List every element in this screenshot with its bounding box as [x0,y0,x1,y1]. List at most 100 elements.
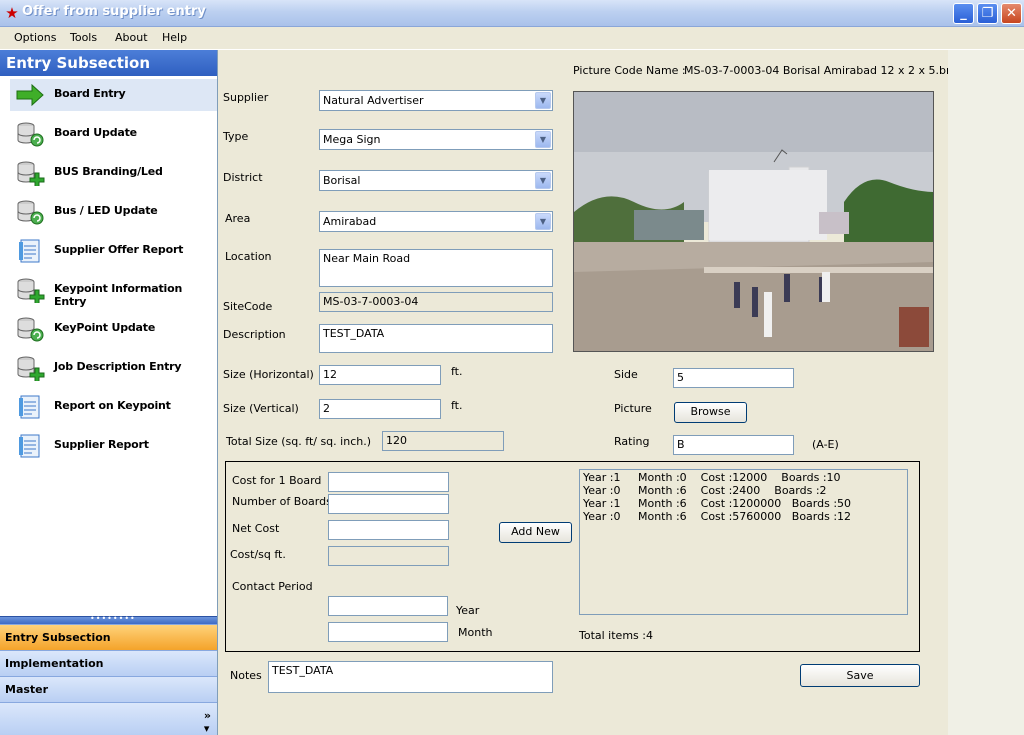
size-vertical-label: Size (Vertical) [223,402,299,415]
chevron-down-icon[interactable]: ▼ [535,213,551,230]
month-field[interactable] [328,622,448,642]
database-refresh-icon [17,122,44,147]
browse-button[interactable]: Browse [674,402,747,423]
sidebar-item-label: Board Entry [54,87,126,100]
cost-board-field[interactable] [328,472,449,492]
year-field[interactable] [328,596,448,616]
notes-label: Notes [230,669,262,682]
offers-list[interactable]: Year :1 Month :0 Cost :12000 Boards :10 … [579,469,908,615]
sidebar-item-supplier-offer-report[interactable]: Supplier Offer Report [10,235,217,267]
nav-entry-subsection[interactable]: Entry Subsection [0,624,217,650]
cost-sqft-field[interactable] [328,546,449,566]
description-label: Description [223,328,286,341]
menu-options[interactable]: Options [14,31,56,44]
sidebar-item-board-entry[interactable]: Board Entry [10,79,217,111]
picture-code-label: Picture Code Name : [573,64,686,77]
total-items-label: Total items :4 [579,629,653,642]
sitecode-field[interactable]: MS-03-7-0003-04 [319,292,553,312]
sidebar-item-bus-led-update[interactable]: Bus / LED Update [10,196,217,228]
menu-bar: Options Tools About Help [0,27,1024,49]
sidebar-item-board-update[interactable]: Board Update [10,118,217,150]
sidebar-item-supplier-report[interactable]: Supplier Report [10,430,217,462]
list-item[interactable]: Year :1 Month :0 Cost :12000 Boards :10 [583,471,904,484]
num-boards-field[interactable] [328,494,449,514]
chevron-down-icon[interactable]: ▼ [535,92,551,109]
nav-master[interactable]: Master [0,676,217,702]
database-refresh-icon [17,200,44,225]
menu-tools[interactable]: Tools [70,31,97,44]
sidebar-item-label: KeyPoint Update [54,321,156,334]
site-photo [573,91,934,352]
rating-field[interactable]: B [673,435,794,455]
chevron-double-right-icon: » ▾ [203,709,211,735]
rating-hint: (A-E) [812,438,839,451]
unit-ft-label: ft. [451,365,463,378]
add-new-button[interactable]: Add New [499,522,572,543]
size-horizontal-field[interactable]: 12 [319,365,441,385]
sidebar-item-label: Report on Keypoint [54,399,171,412]
report-icon [19,239,40,263]
sidebar-item-label: Keypoint Information Entry [54,282,183,308]
side-label: Side [614,368,638,381]
minimize-button[interactable]: _ [953,3,974,24]
sidebar-item-label: Bus / LED Update [54,204,158,217]
type-select[interactable]: Mega Sign ▼ [319,129,553,150]
notes-field[interactable]: TEST_DATA [268,661,553,693]
list-item[interactable]: Year :0 Month :6 Cost :2400 Boards :2 [583,484,904,497]
district-label: District [223,171,263,184]
chevron-down-icon[interactable]: ▼ [535,131,551,148]
location-label: Location [225,250,272,263]
location-field[interactable]: Near Main Road [319,249,553,287]
picture-code-value: MS-03-7-0003-04 Borisal Amirabad 12 x 2 … [684,64,964,77]
area-select[interactable]: Amirabad ▼ [319,211,553,232]
maximize-button[interactable]: ❐ [977,3,998,24]
sidebar-item-report-on-keypoint[interactable]: Report on Keypoint [10,391,217,423]
menu-about[interactable]: About [115,31,148,44]
billboard-photo-image [574,92,933,351]
sidebar-item-keypoint-information-entry[interactable]: Keypoint Information Entry [10,274,217,308]
chevron-down-icon[interactable]: ▼ [535,172,551,189]
net-cost-field[interactable] [328,520,449,540]
nav-more[interactable]: » ▾ [0,702,217,735]
window-title: Offer from supplier entry [22,4,206,19]
report-icon [19,395,40,419]
month-label: Month [458,626,493,639]
sidebar-item-label: Supplier Report [54,438,149,451]
area-select-value: Amirabad [323,215,377,228]
sidebar-item-label: Supplier Offer Report [54,243,184,256]
district-select[interactable]: Borisal ▼ [319,170,553,191]
save-button[interactable]: Save [800,664,920,687]
app-star-icon: ★ [5,4,19,22]
num-boards-label: Number of Boards [232,495,332,508]
database-add-icon [17,161,45,186]
database-refresh-icon [17,317,44,342]
sitecode-label: SiteCode [223,300,273,313]
sidebar: Entry Subsection Board Entry Board Updat… [0,50,218,735]
nav-implementation[interactable]: Implementation [0,650,217,676]
description-field[interactable]: TEST_DATA [319,324,553,353]
cost-sqft-label: Cost/sq ft. [230,548,286,561]
district-select-value: Borisal [323,174,361,187]
type-select-value: Mega Sign [323,133,381,146]
sidebar-item-keypoint-update[interactable]: KeyPoint Update [10,313,217,345]
net-cost-label: Net Cost [232,522,280,535]
title-bar: ★ Offer from supplier entry _ ❐ ✕ [0,0,1024,27]
supplier-select[interactable]: Natural Advertiser ▼ [319,90,553,111]
list-item[interactable]: Year :0 Month :6 Cost :5760000 Boards :1… [583,510,904,523]
sidebar-item-label: Job Description Entry [54,360,182,373]
size-vertical-field[interactable]: 2 [319,399,441,419]
sidebar-header: Entry Subsection [0,50,217,76]
offer-details-group: Cost for 1 Board Number of Boards Net Co… [225,461,920,652]
cost-board-label: Cost for 1 Board [232,474,322,487]
close-button[interactable]: ✕ [1001,3,1022,24]
total-size-field[interactable]: 120 [382,431,504,451]
window-background [948,50,1024,735]
menu-help[interactable]: Help [162,31,187,44]
sidebar-item-job-description-entry[interactable]: Job Description Entry [10,352,217,384]
splitter-grip[interactable]: •••••••• [0,614,217,624]
sidebar-item-label: Board Update [54,126,137,139]
supplier-label: Supplier [223,91,269,104]
sidebar-item-bus-branding[interactable]: BUS Branding/Led [10,157,217,189]
list-item[interactable]: Year :1 Month :6 Cost :1200000 Boards :5… [583,497,904,510]
side-field[interactable]: 5 [673,368,794,388]
